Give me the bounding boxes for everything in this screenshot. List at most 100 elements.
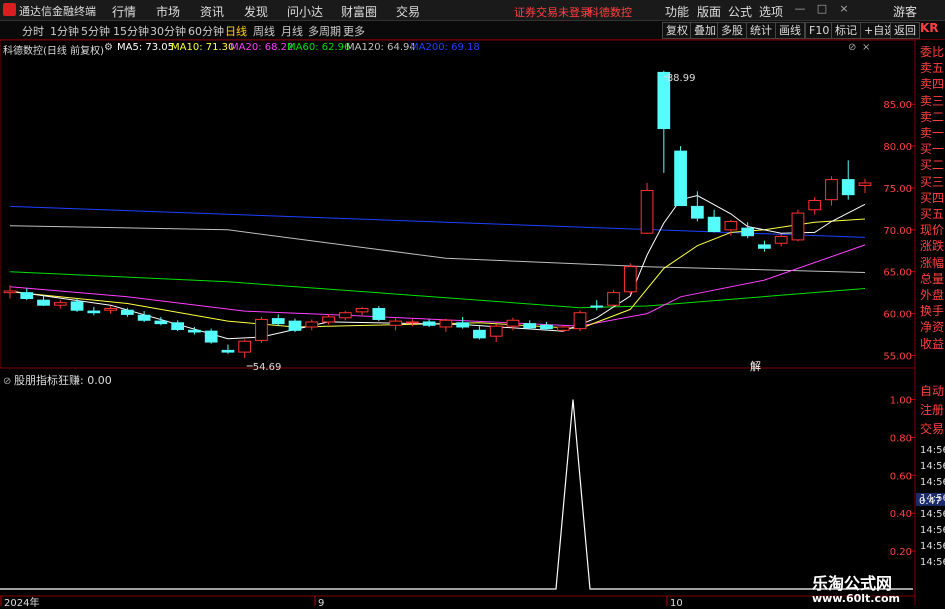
tab-multi-period[interactable]: 多周期 xyxy=(308,23,341,39)
multi-stock-button[interactable]: 多股 xyxy=(717,22,747,39)
candle-up xyxy=(53,302,67,306)
candle-down xyxy=(271,318,285,325)
candle-down xyxy=(171,322,185,330)
candle-down xyxy=(137,314,151,321)
panel-link[interactable]: 自动 xyxy=(920,385,945,398)
candle-up xyxy=(607,292,620,306)
back-button[interactable]: 返回 xyxy=(890,22,920,39)
main-frame xyxy=(0,40,916,369)
mark-button[interactable]: 标记 xyxy=(831,22,861,39)
quote-field-label: 卖一 xyxy=(920,127,945,140)
unlock-marker[interactable]: 解 xyxy=(750,359,761,373)
quote-field-label: 净资 xyxy=(920,321,945,335)
quote-field-label: 卖二 xyxy=(920,110,945,124)
f10-button[interactable]: F10 xyxy=(805,22,834,39)
candle-down xyxy=(674,150,687,207)
menu-quotes[interactable]: 行情 xyxy=(112,3,136,20)
candle-down xyxy=(87,310,101,314)
trade-login-notice[interactable]: 证券交易未登录 xyxy=(514,4,591,20)
candle-down xyxy=(221,349,235,353)
kline-chart[interactable]: 85.00 80.00 75.00 70.00 65.00 60.00 55.00 1.00… xyxy=(0,40,945,609)
quote-field-label: 涨幅 xyxy=(920,256,945,270)
current-stock-name: 科德数控 xyxy=(588,6,632,19)
tab-15min[interactable]: 15分钟 xyxy=(113,23,149,39)
candle-up xyxy=(238,340,252,353)
menu-news[interactable]: 资讯 xyxy=(200,3,224,20)
menu-layout[interactable]: 版面 xyxy=(697,3,721,20)
watermark-url: www.60lt.com xyxy=(812,592,901,605)
quote-field-label: 总量 xyxy=(920,272,945,286)
quote-field-label: 收益 xyxy=(920,337,945,351)
draw-line-button[interactable]: 画线 xyxy=(775,22,805,39)
candle-up xyxy=(774,236,788,244)
candle-up xyxy=(255,318,268,341)
tab-5min[interactable]: 5分钟 xyxy=(81,23,110,39)
tab-daily[interactable]: 日线 xyxy=(225,23,247,39)
title-bar: 通达信金融终端 行情 市场 资讯 发现 问小达 财富圈 交易 证券交易未登录 科… xyxy=(0,0,945,21)
indicator-collapse-icon[interactable]: ⊘ xyxy=(3,376,11,387)
adjust-button[interactable]: 复权 xyxy=(662,22,692,39)
candle-down xyxy=(188,329,201,333)
quote-field-label: 涨跌 xyxy=(920,240,945,254)
tab-more[interactable]: 更多 xyxy=(343,23,365,39)
candle-down xyxy=(456,322,470,328)
indicator-tick-label: 1.00 xyxy=(890,395,912,406)
candle-down xyxy=(707,216,721,233)
menu-ask[interactable]: 问小达 xyxy=(287,3,323,20)
tab-monthly[interactable]: 月线 xyxy=(281,23,303,39)
candle-down xyxy=(70,301,84,311)
tick-time: 14:56 xyxy=(920,477,945,488)
candle-down xyxy=(372,308,386,320)
minimize-icon[interactable]: — xyxy=(792,2,808,18)
tab-timeshare[interactable]: 分时 xyxy=(22,23,44,39)
candle-up xyxy=(858,182,872,186)
x-tick-label: 10 xyxy=(670,598,683,609)
price-tick-label: 75.00 xyxy=(883,184,912,195)
menu-discover[interactable]: 发现 xyxy=(244,3,268,20)
price-tick-label: 80.00 xyxy=(883,142,912,153)
candle-down xyxy=(741,227,755,237)
indicator-tick-label: 0.60 xyxy=(890,471,912,482)
indicator-tick-label: 0.40 xyxy=(890,509,912,520)
tab-60min[interactable]: 60分钟 xyxy=(188,23,224,39)
panel-link[interactable]: 交易 xyxy=(920,423,945,436)
indicator-line xyxy=(0,399,913,590)
tick-time: 14:56 xyxy=(920,509,945,520)
tick-time: 14:56 xyxy=(920,541,945,552)
tab-1min[interactable]: 1分钟 xyxy=(50,23,79,39)
candle-up xyxy=(439,319,453,328)
tick-time: 14:56 xyxy=(920,461,945,472)
candle-up xyxy=(305,321,319,328)
quote-field-label: 买一 xyxy=(920,143,945,157)
tab-30min[interactable]: 30分钟 xyxy=(150,23,186,39)
candle-up xyxy=(573,312,587,330)
candle-down xyxy=(37,299,50,306)
indicator-tick-label: 0.20 xyxy=(890,547,912,558)
menu-market[interactable]: 市场 xyxy=(156,3,180,20)
candle-up xyxy=(355,308,369,313)
candle-down xyxy=(20,292,34,300)
quote-field-label: 买三 xyxy=(920,175,945,189)
candle-up xyxy=(506,319,520,327)
menu-options[interactable]: 选项 xyxy=(759,3,783,20)
quote-field-label: 卖四 xyxy=(920,78,945,92)
menu-formula[interactable]: 公式 xyxy=(728,3,752,20)
guest-user[interactable]: 游客 xyxy=(893,3,917,20)
candle-up xyxy=(322,316,335,323)
close-icon[interactable]: × xyxy=(836,2,852,18)
stock-code-tag: KR xyxy=(920,22,939,35)
x-tick-label: 2024年 xyxy=(4,596,39,609)
candle-up xyxy=(3,290,17,294)
quote-field-label: 委比 xyxy=(920,46,945,59)
stats-button[interactable]: 统计 xyxy=(746,22,776,39)
menu-wealth[interactable]: 财富圈 xyxy=(341,3,377,20)
maximize-icon[interactable]: □ xyxy=(814,2,830,18)
panel-link[interactable]: 注册 xyxy=(920,404,945,417)
candle-up xyxy=(724,220,738,231)
candle-up xyxy=(808,200,822,211)
overlay-button[interactable]: 叠加 xyxy=(690,22,720,39)
candle-down xyxy=(690,205,704,219)
menu-trade[interactable]: 交易 xyxy=(396,3,420,20)
menu-function[interactable]: 功能 xyxy=(665,3,689,20)
tab-weekly[interactable]: 周线 xyxy=(253,23,275,39)
